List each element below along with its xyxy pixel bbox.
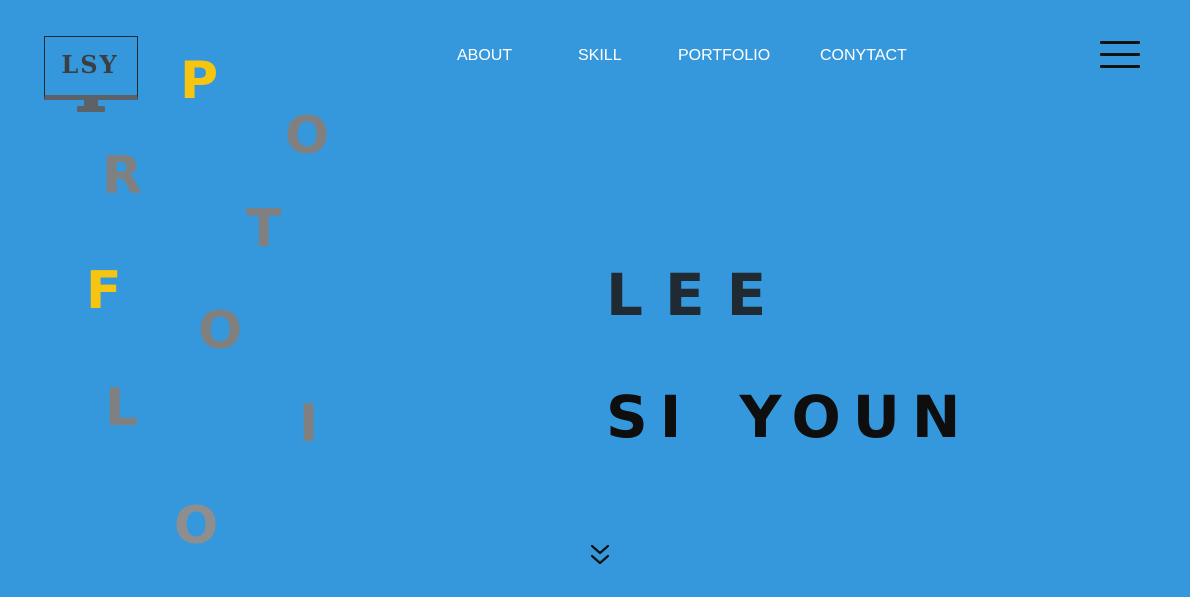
nav-portfolio-link[interactable]: PORTFOLIO [678,47,770,65]
decor-letter-o: O [285,106,330,166]
decor-letter-o: O [198,301,243,361]
decor-letter-l: L [105,378,139,438]
logo-text: LSY [61,50,119,79]
hamburger-bar [1100,53,1140,56]
logo[interactable]: LSY [44,36,140,114]
hero-last-name: SI YOUN [606,383,973,451]
decor-letter-p: P [180,51,219,111]
nav-about-link[interactable]: ABOUT [457,47,512,65]
hamburger-bar [1100,65,1140,68]
decor-letter-r: R [102,146,143,206]
decor-letter-o: O [174,496,219,556]
nav-contact-link[interactable]: CONYTACT [820,47,907,65]
hamburger-bar [1100,41,1140,44]
decor-letter-i: I [299,394,319,454]
monitor-stand-base [77,106,105,112]
decor-letter-f: F [86,261,122,321]
hamburger-menu-icon[interactable] [1099,38,1141,72]
hero-first-name: LEE [606,261,789,329]
decor-letter-t: T [246,199,282,259]
nav-skill-link[interactable]: SKILL [578,47,622,65]
double-chevron-down-icon[interactable] [588,542,612,570]
